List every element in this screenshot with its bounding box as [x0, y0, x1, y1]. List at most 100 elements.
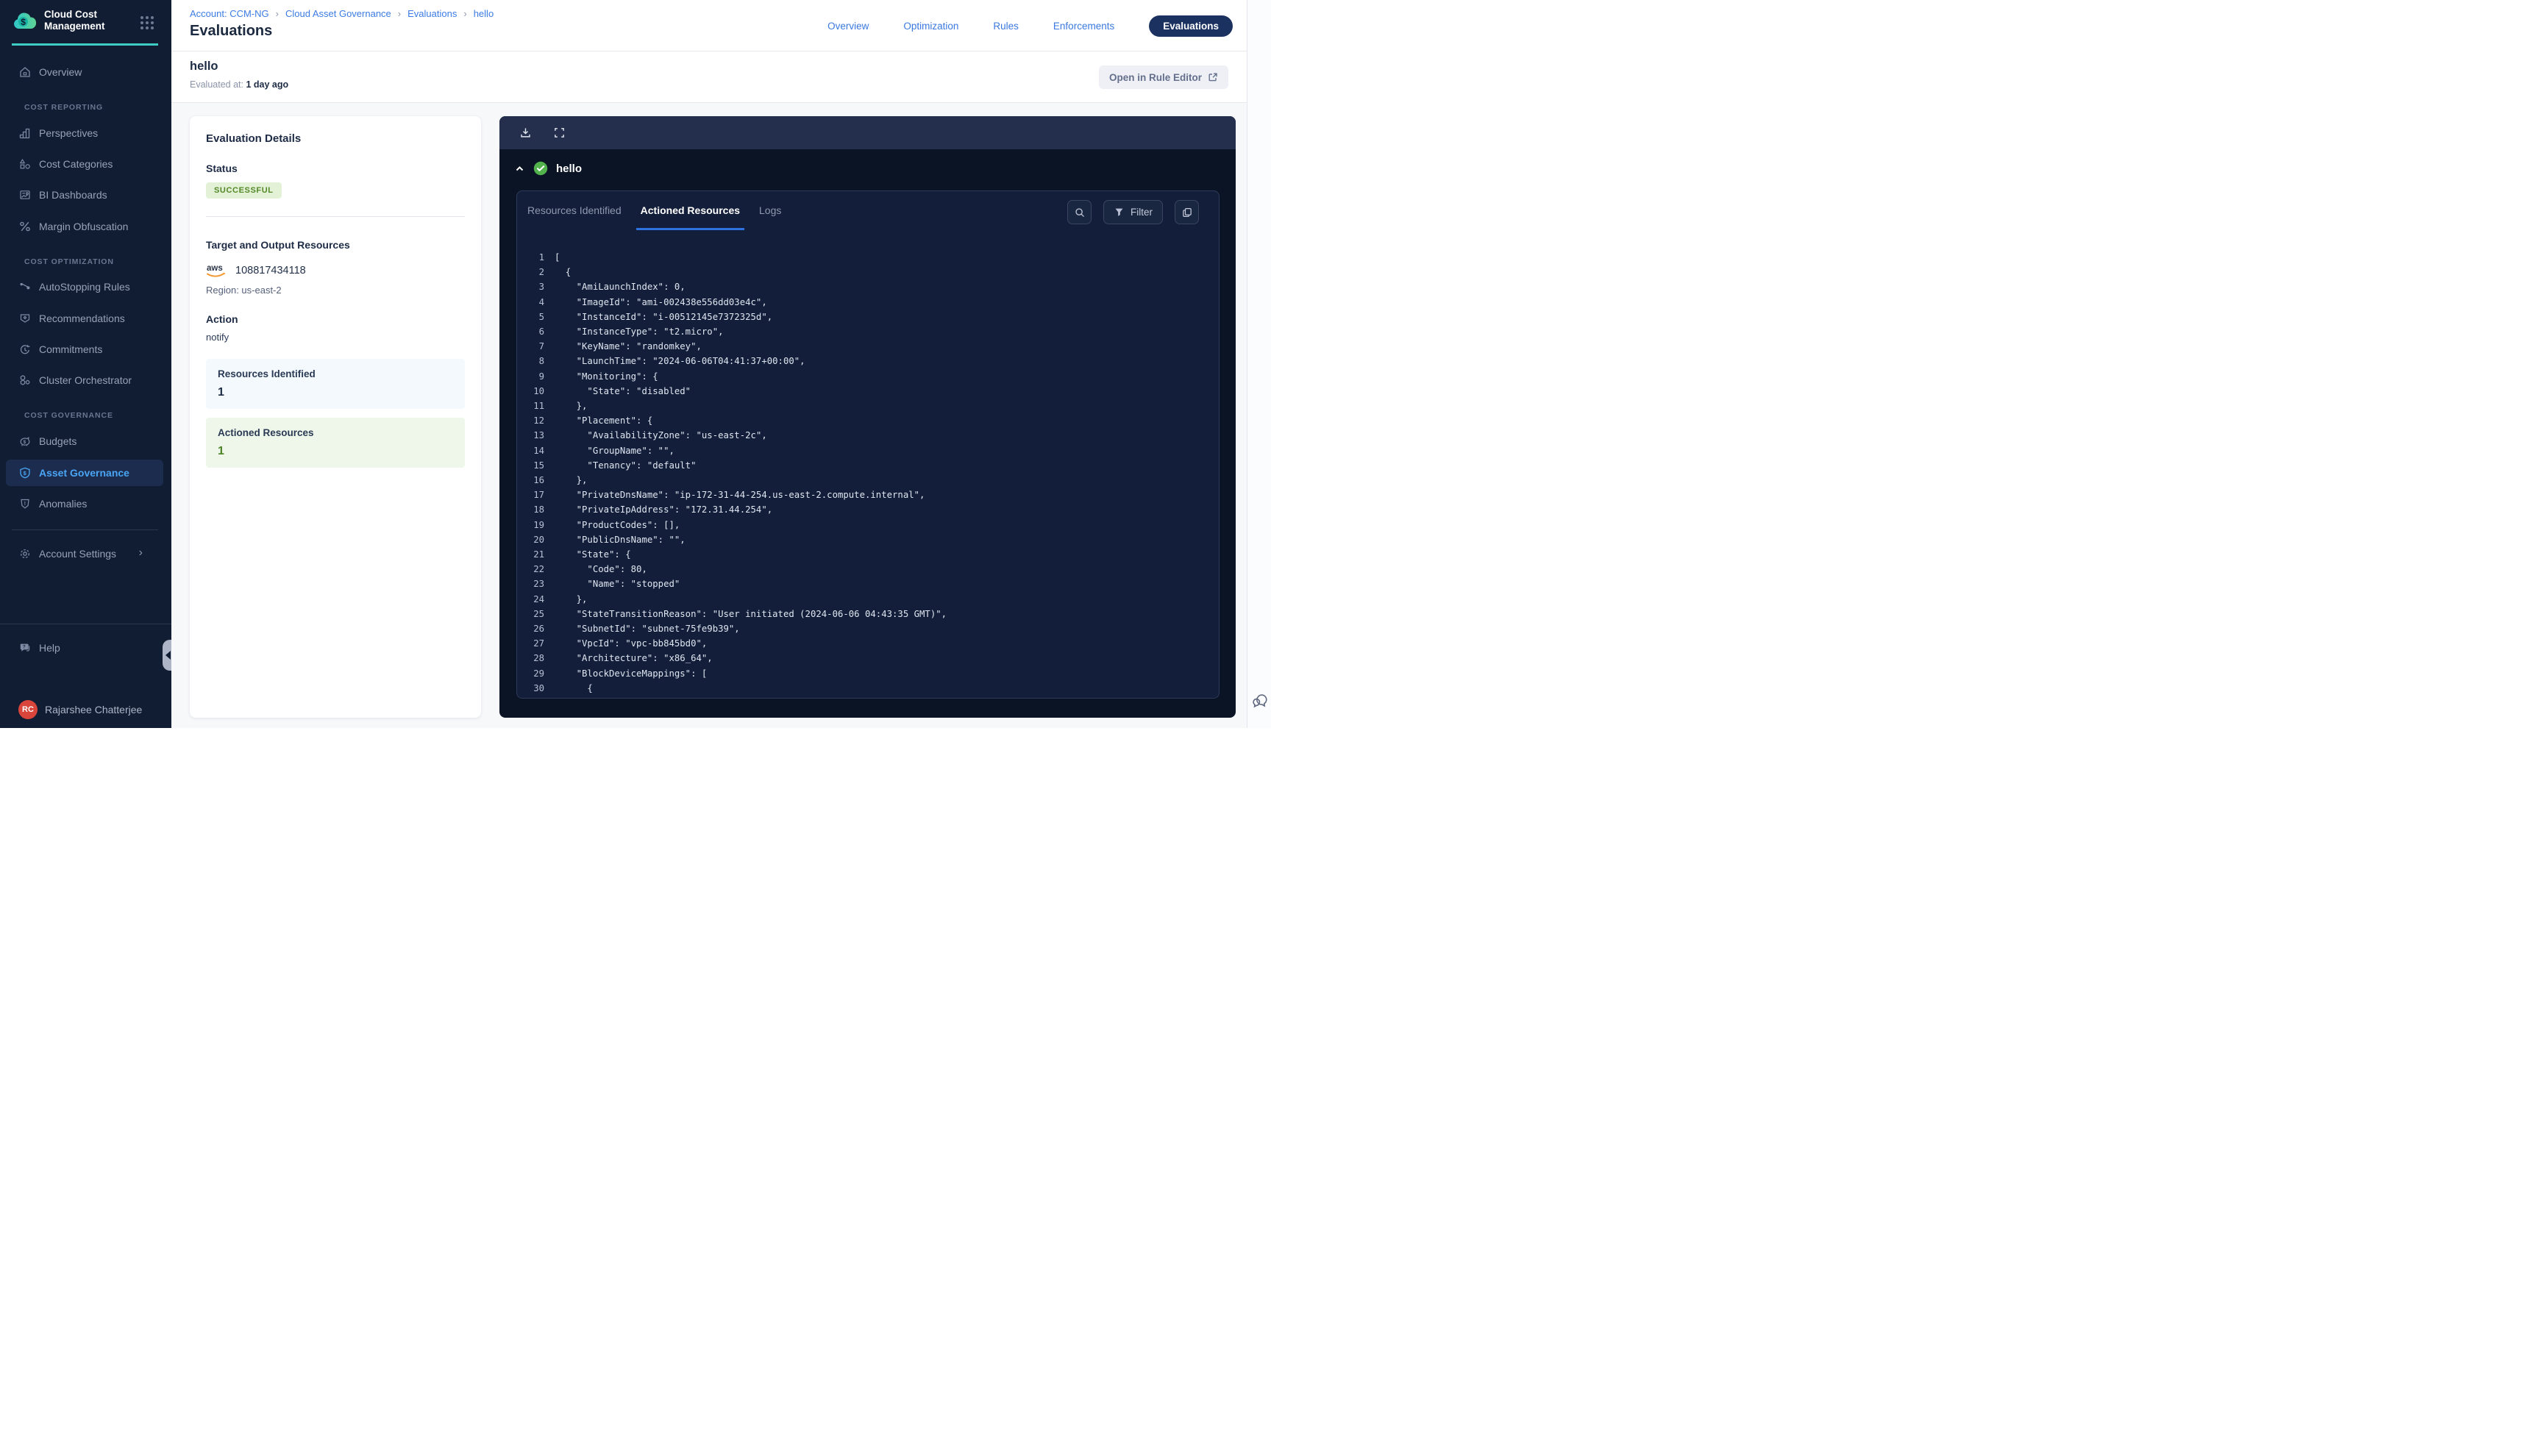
line-number: 27: [517, 636, 544, 651]
code-line: 9 "Monitoring": {: [517, 369, 1219, 384]
sidebar-item-budgets[interactable]: $ Budgets: [6, 428, 163, 454]
main-inner: Account: CCM-NG›Cloud Asset Governance›E…: [171, 0, 1247, 728]
anomaly-alert-icon: !: [18, 497, 32, 510]
resources-identified-label: Resources Identified: [218, 368, 453, 379]
actioned-resources-box: Actioned Resources 1: [206, 418, 465, 468]
copy-button[interactable]: [1175, 200, 1199, 224]
sidebar-item-cluster-orchestrator[interactable]: Cluster Orchestrator: [6, 367, 163, 393]
code-line: 10 "State": "disabled": [517, 384, 1219, 399]
tab-actioned-resources[interactable]: Actioned Resources: [636, 204, 744, 230]
sidebar-section-cost-governance: COST GOVERNANCE: [24, 411, 113, 421]
line-number: 3: [517, 279, 544, 294]
breadcrumb-evaluations-link[interactable]: Evaluations: [407, 8, 457, 19]
code-line: 12 "Placement": {: [517, 413, 1219, 428]
line-content: "Tenancy": "default": [555, 460, 697, 471]
nav-link-rules[interactable]: Rules: [993, 21, 1019, 32]
sidebar-item-help[interactable]: ? Help: [6, 635, 163, 661]
code-line: 16 },: [517, 473, 1219, 488]
evaluation-details-card: Evaluation Details Status SUCCESSFUL Tar…: [190, 116, 481, 718]
svg-text:?: ?: [23, 645, 26, 650]
sidebar-item-asset-governance[interactable]: $ Asset Governance: [6, 460, 163, 486]
sidebar-item-account-settings[interactable]: Account Settings ›: [6, 540, 163, 567]
dashboard-image-icon: [18, 188, 32, 201]
action-label: Action: [206, 313, 465, 325]
breadcrumb-governance-link[interactable]: Cloud Asset Governance: [285, 8, 391, 19]
code-line: 4 "ImageId": "ami-002438e556dd03e4c",: [517, 295, 1219, 310]
shapes-icon: [18, 157, 32, 171]
code-line: 30 {: [517, 681, 1219, 696]
content-area: Evaluation Details Status SUCCESSFUL Tar…: [171, 103, 1247, 728]
module-grid-icon[interactable]: [139, 15, 155, 31]
nav-pill-evaluations[interactable]: Evaluations: [1149, 15, 1233, 37]
line-content: "ImageId": "ami-002438e556dd03e4c",: [555, 297, 767, 307]
code-line: 21 "State": {: [517, 547, 1219, 562]
line-content: "BlockDeviceMappings": [: [555, 668, 707, 679]
line-content: "InstanceId": "i-00512145e7372325d",: [555, 312, 772, 322]
governance-nav: Overview Optimization Rules Enforcements…: [827, 0, 1233, 51]
sidebar-item-overview[interactable]: Overview: [6, 59, 163, 85]
sidebar-item-perspectives[interactable]: Perspectives: [6, 120, 163, 146]
svg-text:$: $: [24, 470, 27, 477]
line-content: "StateTransitionReason": "User initiated…: [555, 609, 947, 619]
nav-link-optimization[interactable]: Optimization: [903, 21, 958, 32]
sidebar-divider: [12, 529, 158, 530]
sidebar-item-label: Budgets: [39, 435, 76, 447]
evaluation-result-row[interactable]: hello: [499, 159, 582, 178]
line-number: 23: [517, 577, 544, 591]
code-line: 29 "BlockDeviceMappings": [: [517, 666, 1219, 681]
right-rail: [1247, 0, 1271, 728]
aws-account-id: 108817434118: [235, 265, 306, 276]
top-header: Account: CCM-NG›Cloud Asset Governance›E…: [171, 0, 1247, 51]
sidebar-item-anomalies[interactable]: ! Anomalies: [6, 490, 163, 517]
code-line: 26 "SubnetId": "subnet-75fe9b39",: [517, 621, 1219, 636]
open-in-rule-editor-button[interactable]: Open in Rule Editor: [1099, 65, 1228, 89]
nav-link-enforcements[interactable]: Enforcements: [1053, 21, 1114, 32]
nav-link-overview[interactable]: Overview: [827, 21, 869, 32]
download-icon[interactable]: [519, 126, 532, 139]
code-lines[interactable]: 1[2 {3 "AmiLaunchIndex": 0,4 "ImageId": …: [517, 250, 1219, 698]
breadcrumb-account-link[interactable]: Account: CCM-NG: [190, 8, 269, 19]
sidebar-item-margin-obfuscation[interactable]: Margin Obfuscation: [6, 213, 163, 240]
sidebar-item-commitments[interactable]: Commitments: [6, 336, 163, 363]
filter-label: Filter: [1131, 207, 1153, 218]
aws-account-row: aws 108817434118: [206, 263, 465, 279]
feedback-chat-icon[interactable]: [1250, 691, 1270, 710]
sidebar-item-label: Help: [39, 642, 60, 654]
chevron-up-icon[interactable]: [515, 164, 524, 174]
success-check-icon: [533, 161, 548, 176]
breadcrumb-current-link[interactable]: hello: [474, 8, 494, 19]
search-button[interactable]: [1067, 200, 1092, 224]
line-number: 15: [517, 458, 544, 473]
line-content: "Placement": {: [555, 415, 652, 426]
sidebar-item-cost-categories[interactable]: Cost Categories: [6, 151, 163, 177]
line-content: "Architecture": "x86_64",: [555, 653, 713, 663]
recommendations-badge-icon: [18, 312, 32, 325]
tab-logs[interactable]: Logs: [755, 204, 786, 230]
user-name: Rajarshee Chatterjee: [45, 704, 142, 715]
open-in-rule-editor-label: Open in Rule Editor: [1109, 72, 1202, 83]
main-area: Account: CCM-NG›Cloud Asset Governance›E…: [171, 0, 1271, 728]
line-number: 5: [517, 310, 544, 324]
line-number: 4: [517, 295, 544, 310]
breadcrumb-separator: ›: [463, 8, 466, 19]
sidebar-item-bi-dashboards[interactable]: BI Dashboards: [6, 182, 163, 208]
line-content: "KeyName": "randomkey",: [555, 341, 702, 351]
line-number: 13: [517, 428, 544, 443]
line-number: 8: [517, 354, 544, 368]
sidebar-item-autostopping-rules[interactable]: AutoStopping Rules: [6, 274, 163, 300]
sidebar-item-recommendations[interactable]: Recommendations: [6, 305, 163, 332]
sidebar-user[interactable]: RC Rajarshee Chatterjee: [6, 696, 163, 723]
external-link-icon: [1208, 72, 1218, 82]
page: $ Cloud CostManagement Overview COST REP…: [0, 0, 1271, 728]
tab-resources-identified[interactable]: Resources Identified: [523, 204, 626, 230]
sidebar-item-label: Recommendations: [39, 313, 125, 324]
avatar: RC: [18, 700, 38, 719]
fullscreen-icon[interactable]: [553, 126, 566, 139]
line-content: "AvailabilityZone": "us-east-2c",: [555, 430, 767, 440]
sidebar-item-label: Asset Governance: [39, 467, 129, 479]
svg-text:$: $: [21, 17, 26, 27]
line-number: 22: [517, 562, 544, 577]
line-number: 14: [517, 443, 544, 458]
filter-button[interactable]: Filter: [1103, 200, 1163, 224]
sidebar-section-cost-optimization: COST OPTIMIZATION: [24, 257, 114, 268]
